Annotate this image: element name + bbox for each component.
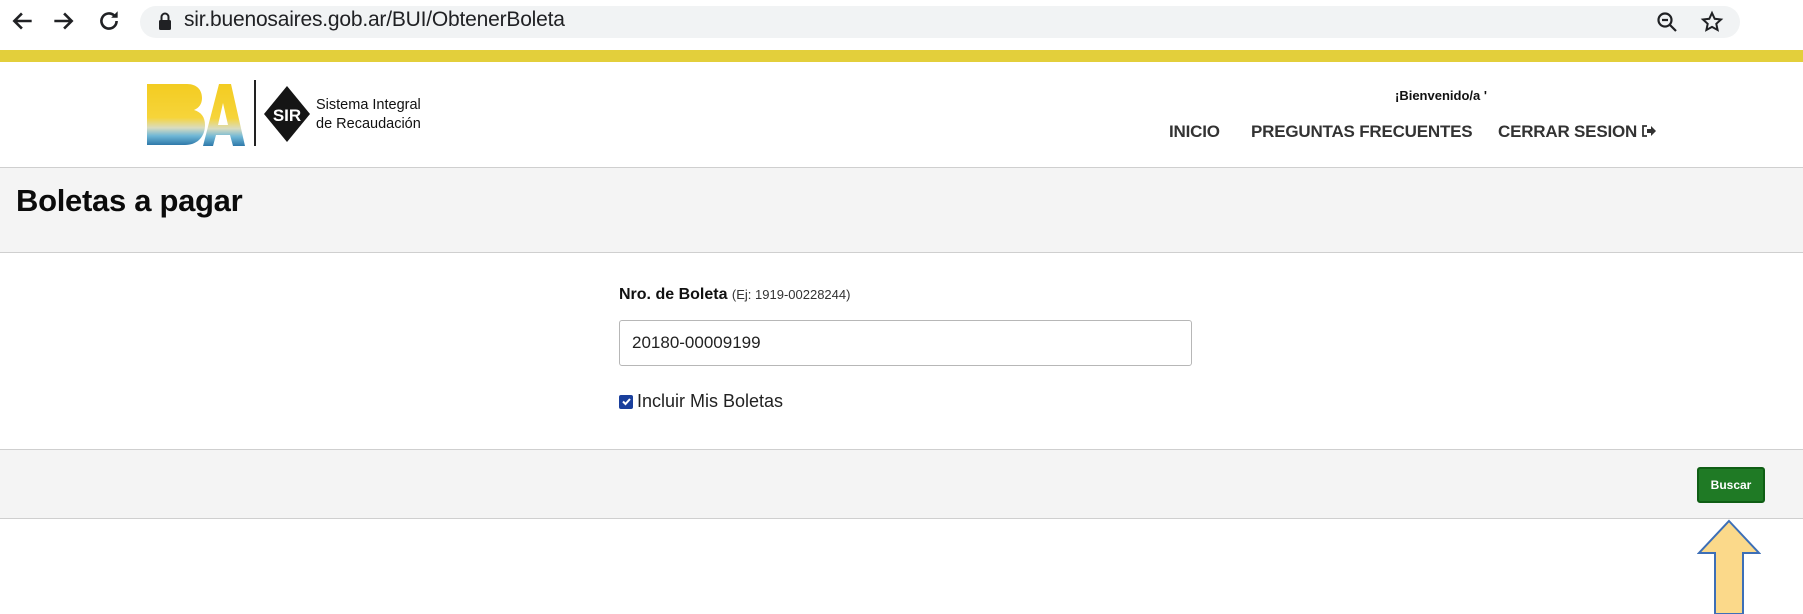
include-my-boletas-option[interactable]: Incluir Mis Boletas	[619, 391, 783, 412]
logo-divider	[254, 80, 256, 146]
svg-text:SIR: SIR	[273, 106, 301, 125]
bookmark-star-icon[interactable]	[1697, 7, 1727, 37]
nav-inicio[interactable]: INICIO	[1169, 122, 1220, 142]
reload-icon[interactable]	[92, 4, 126, 38]
title-divider	[0, 252, 1803, 253]
back-arrow-icon[interactable]	[6, 4, 40, 38]
include-my-boletas-checkbox[interactable]	[619, 394, 633, 409]
system-name-line1: Sistema Integral	[316, 97, 421, 113]
title-band	[0, 168, 1803, 252]
forward-arrow-icon[interactable]	[46, 4, 80, 38]
ba-logo[interactable]	[145, 80, 245, 150]
checkmark-icon	[621, 398, 631, 406]
url-text[interactable]: sir.buenosaires.gob.ar/BUI/ObtenerBoleta	[184, 8, 565, 32]
logout-icon	[1642, 125, 1657, 137]
welcome-message: ¡Bienvenido/a '	[1395, 88, 1487, 103]
header-accent-bar	[0, 50, 1803, 62]
sir-logo: SIR	[264, 86, 310, 142]
buscar-button[interactable]: Buscar	[1697, 467, 1765, 503]
up-arrow-icon	[1697, 519, 1761, 614]
nav-logout-label: CERRAR SESION	[1498, 122, 1638, 141]
boleta-hint: (Ej: 1919-00228244)	[731, 287, 851, 302]
zoom-icon[interactable]	[1652, 7, 1682, 37]
nav-faq[interactable]: PREGUNTAS FRECUENTES	[1251, 122, 1473, 142]
lock-icon[interactable]	[158, 11, 172, 31]
browser-toolbar: sir.buenosaires.gob.ar/BUI/ObtenerBoleta	[0, 0, 1803, 44]
page-title: Boletas a pagar	[16, 183, 243, 218]
system-name-line2: de Recaudación	[316, 116, 421, 132]
action-divider	[0, 518, 1803, 519]
boleta-number-input[interactable]	[619, 320, 1192, 366]
nav-logout[interactable]: CERRAR SESION	[1498, 122, 1657, 142]
boleta-label-text: Nro. de Boleta	[619, 286, 728, 303]
include-my-boletas-label[interactable]: Incluir Mis Boletas	[637, 391, 783, 412]
system-name: Sistema Integral de Recaudación	[316, 96, 421, 134]
boleta-field-label: Nro. de Boleta (Ej: 1919-00228244)	[619, 286, 850, 304]
action-band	[0, 450, 1803, 518]
